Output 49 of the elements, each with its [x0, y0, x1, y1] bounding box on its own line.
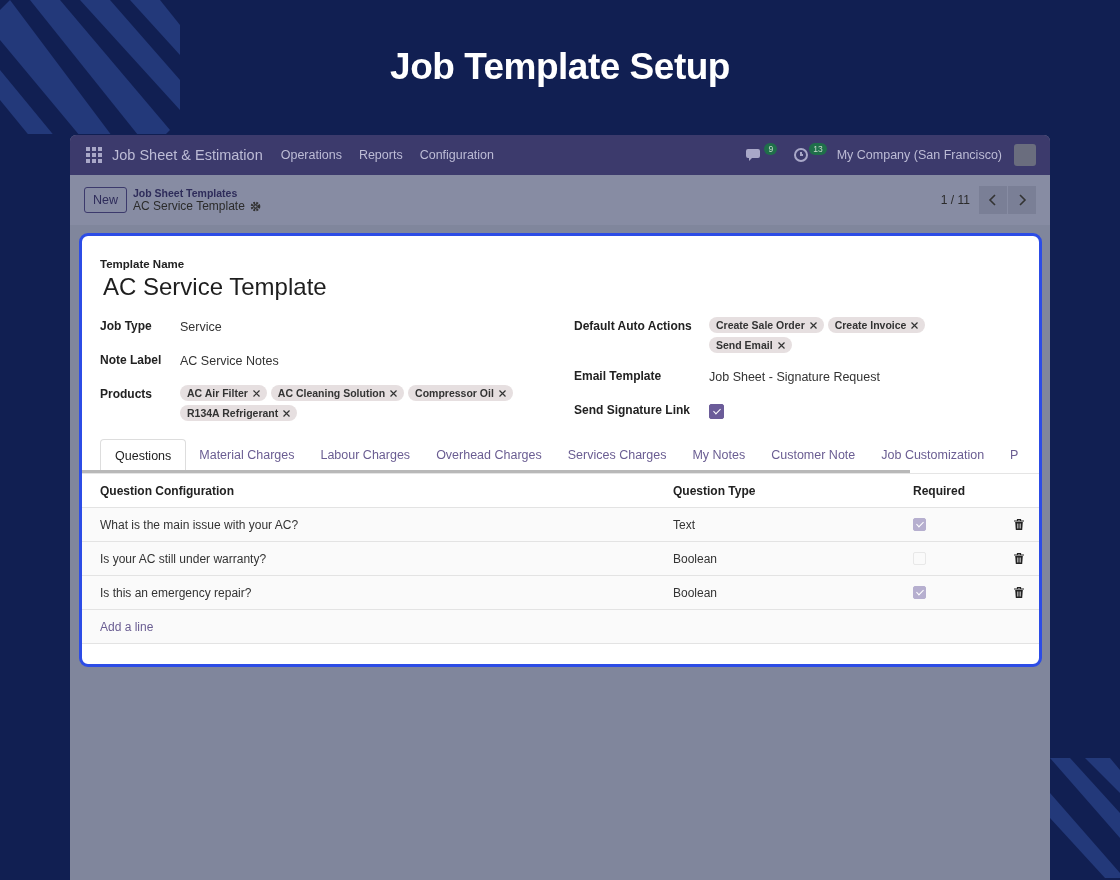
field-label: Send Signature Link: [574, 402, 691, 419]
table-cell-text: Boolean: [673, 551, 719, 566]
tag: Create Sale Order: [709, 317, 824, 333]
menu-item[interactable]: Reports: [358, 148, 403, 162]
tab[interactable]: P: [997, 439, 1032, 473]
tab[interactable]: Questions: [100, 439, 187, 473]
tag: AC Cleaning Solution: [270, 385, 405, 401]
tab[interactable]: Labour Charges: [307, 439, 424, 473]
table-cell-text: Is this an emergency repair?: [100, 585, 253, 600]
field-value[interactable]: Service: [180, 317, 222, 334]
menu-item[interactable]: Configuration: [419, 148, 495, 162]
record-title: AC Service Template: [133, 199, 245, 213]
app-name[interactable]: Job Sheet & Estimation: [112, 147, 263, 163]
template-name-field[interactable]: AC Service Template: [103, 273, 1021, 301]
page-heading: Job Template Setup: [390, 45, 730, 89]
new-button[interactable]: New: [84, 187, 127, 213]
tag: R134A Refrigerant: [180, 405, 298, 421]
menu-item[interactable]: Operations: [280, 148, 342, 162]
add-line-link[interactable]: Add a line: [100, 619, 154, 634]
field-value[interactable]: AC Service Notes: [180, 351, 279, 368]
field-value[interactable]: Job Sheet - Signature Request: [709, 367, 880, 384]
table-cell-text: What is the main issue with your AC?: [100, 517, 300, 532]
tag: AC Air Filter: [180, 385, 267, 401]
table-cell-text: Text: [673, 517, 696, 532]
company-name[interactable]: My Company (San Francisco): [836, 148, 1002, 162]
column-header: Question Type: [673, 483, 757, 498]
column-header: Required: [913, 483, 966, 498]
field-label: Default Auto Actions: [574, 318, 693, 335]
field-label: Template Name: [100, 258, 186, 270]
field-label: Note Label: [100, 352, 163, 369]
tag: Send Email: [709, 337, 792, 353]
tab[interactable]: Customer Note: [758, 439, 869, 473]
tab[interactable]: Overhead Charges: [423, 439, 555, 473]
field-label: Job Type: [100, 318, 153, 335]
pager: 1 / 11: [940, 193, 970, 207]
column-header: Question Configuration: [100, 483, 235, 498]
tab[interactable]: Services Charges: [554, 439, 680, 473]
tag: Compressor Oil: [408, 385, 513, 401]
tab[interactable]: Material Charges: [186, 439, 308, 473]
breadcrumb-link[interactable]: Job Sheet Templates: [133, 187, 261, 199]
tab[interactable]: Job Customization: [868, 439, 998, 473]
table-cell-text: Is your AC still under warranty?: [100, 551, 268, 566]
tab[interactable]: My Notes: [679, 439, 759, 473]
field-label: Products: [100, 386, 153, 403]
table-cell-text: Boolean: [673, 585, 719, 600]
tag: Create Invoice: [827, 317, 926, 333]
messages-count-badge: 9: [764, 143, 778, 155]
field-label: Email Template: [574, 368, 663, 385]
activities-count-badge: 13: [809, 143, 827, 155]
